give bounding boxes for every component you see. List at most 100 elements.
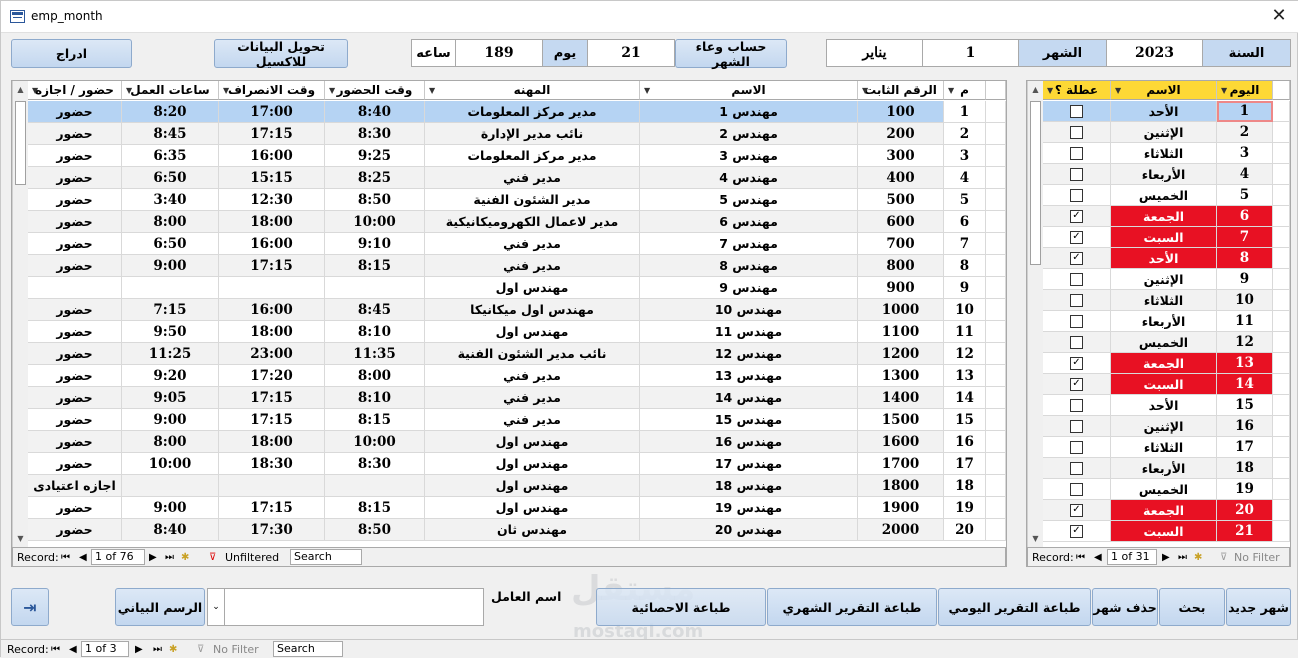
cell-employee-name[interactable]: مهندس 11 — [640, 321, 858, 343]
cell-employee-name[interactable]: مهندس 15 — [640, 409, 858, 431]
cell-employee-name[interactable]: مهندس 20 — [640, 519, 858, 541]
day-row[interactable]: ✓ السبت 21 — [1027, 521, 1290, 542]
checked-checkbox-icon[interactable]: ✓ — [1070, 230, 1083, 244]
cell-employee-name[interactable]: مهندس 13 — [640, 365, 858, 387]
cell-fixed-id[interactable]: 700 — [858, 233, 944, 255]
holiday-checkbox-cell[interactable] — [1043, 101, 1111, 122]
cell-arrival-time[interactable]: 8:50 — [325, 189, 425, 211]
empty-checkbox-icon[interactable] — [1070, 293, 1083, 307]
day-row[interactable]: الإثنين 2 — [1027, 122, 1290, 143]
empty-checkbox-icon[interactable] — [1070, 104, 1083, 118]
empty-checkbox-icon[interactable] — [1070, 146, 1083, 160]
cell-day-number[interactable]: 18 — [1217, 458, 1273, 479]
cell-work-hours[interactable]: 9:20 — [122, 365, 219, 387]
calc-month-button[interactable]: حساب وعاء الشهر — [675, 39, 787, 69]
cell-employee-name[interactable]: مهندس 19 — [640, 497, 858, 519]
cell-attendance-status[interactable]: حضور — [28, 431, 122, 453]
row-selector[interactable] — [986, 211, 1006, 233]
row-selector[interactable] — [986, 145, 1006, 167]
cell-row-number[interactable]: 12 — [944, 343, 986, 365]
cell-row-number[interactable]: 16 — [944, 431, 986, 453]
cell-day-number[interactable]: 13 — [1217, 353, 1273, 374]
holiday-checkbox-cell[interactable] — [1043, 164, 1111, 185]
cell-leave-time[interactable]: 18:00 — [219, 211, 325, 233]
cell-fixed-id[interactable]: 1800 — [858, 475, 944, 497]
column-header-row-number[interactable]: م ▼ — [944, 81, 986, 100]
cell-employee-name[interactable]: مهندس 17 — [640, 453, 858, 475]
holiday-checkbox-cell[interactable]: ✓ — [1043, 227, 1111, 248]
cell-work-hours[interactable]: 9:00 — [122, 409, 219, 431]
table-row[interactable]: حضور 10:00 18:30 8:30 مهندس اول مهندس 17 1700 1… — [12, 453, 1006, 475]
row-selector[interactable] — [1273, 353, 1290, 374]
cell-fixed-id[interactable]: 900 — [858, 277, 944, 299]
cell-day-name[interactable]: الثلاثاء — [1111, 437, 1217, 458]
cell-fixed-id[interactable]: 1100 — [858, 321, 944, 343]
sort-dropdown-icon[interactable]: ▼ — [1047, 86, 1053, 95]
cell-arrival-time[interactable]: 8:50 — [325, 519, 425, 541]
cell-attendance-status[interactable]: حضور — [28, 409, 122, 431]
cell-profession[interactable]: مدير فني — [425, 167, 640, 189]
cell-work-hours[interactable]: 9:00 — [122, 497, 219, 519]
filter-status[interactable]: Unfiltered — [225, 551, 279, 564]
days-value[interactable]: 21 — [587, 39, 675, 67]
column-header-employee-name[interactable]: الاسم ▼ — [640, 81, 858, 100]
cell-day-number[interactable]: 6 — [1217, 206, 1273, 227]
cell-attendance-status[interactable]: حضور — [28, 145, 122, 167]
cell-day-name[interactable]: الجمعة — [1111, 206, 1217, 227]
day-row[interactable]: الإثنين 16 — [1027, 416, 1290, 437]
cell-day-name[interactable]: الثلاثاء — [1111, 290, 1217, 311]
sort-dropdown-icon[interactable]: ▼ — [429, 86, 435, 95]
row-selector[interactable] — [986, 409, 1006, 431]
row-selector[interactable] — [1273, 227, 1290, 248]
year-field[interactable]: 2023 — [1106, 39, 1203, 67]
holiday-checkbox-cell[interactable] — [1043, 479, 1111, 500]
row-selector[interactable] — [1273, 122, 1290, 143]
sort-dropdown-icon[interactable]: ▼ — [1115, 86, 1121, 95]
record-position[interactable]: 1 of 31 — [1107, 549, 1157, 565]
combo-dropdown-icon[interactable]: ⌄ — [207, 588, 225, 626]
record-position[interactable]: 1 of 76 — [91, 549, 145, 565]
cell-fixed-id[interactable]: 500 — [858, 189, 944, 211]
cell-attendance-status[interactable]: حضور — [28, 343, 122, 365]
cell-work-hours[interactable]: 10:00 — [122, 453, 219, 475]
cell-employee-name[interactable]: مهندس 2 — [640, 123, 858, 145]
search-box[interactable]: Search — [273, 641, 343, 657]
cell-day-number[interactable]: 12 — [1217, 332, 1273, 353]
row-selector[interactable] — [986, 255, 1006, 277]
cell-row-number[interactable]: 4 — [944, 167, 986, 189]
cell-row-number[interactable]: 2 — [944, 123, 986, 145]
cell-employee-name[interactable]: مهندس 12 — [640, 343, 858, 365]
search-box[interactable]: Search — [290, 549, 362, 565]
employee-datasheet[interactable]: ▲ ▼ حضور / اجازه ▼ ساعات العمل ▼ وقت الانصرا… — [11, 80, 1007, 567]
empty-checkbox-icon[interactable] — [1070, 272, 1083, 286]
row-selector[interactable] — [1273, 500, 1290, 521]
cell-day-name[interactable]: السبت — [1111, 374, 1217, 395]
sort-dropdown-icon[interactable]: ▼ — [1221, 86, 1227, 95]
cell-day-name[interactable]: الجمعة — [1111, 500, 1217, 521]
day-row[interactable]: ✓ الجمعة 13 — [1027, 353, 1290, 374]
cell-leave-time[interactable]: 17:15 — [219, 497, 325, 519]
row-selector[interactable] — [1273, 143, 1290, 164]
cell-profession[interactable]: مهندس اول — [425, 321, 640, 343]
day-row[interactable]: الأربعاء 11 — [1027, 311, 1290, 332]
cell-attendance-status[interactable]: حضور — [28, 211, 122, 233]
cell-attendance-status[interactable]: حضور — [28, 167, 122, 189]
cell-day-number[interactable]: 21 — [1217, 521, 1273, 542]
cell-arrival-time[interactable]: 8:25 — [325, 167, 425, 189]
column-header-day-name[interactable]: الاسم ▼ — [1111, 81, 1217, 100]
checked-checkbox-icon[interactable]: ✓ — [1070, 377, 1083, 391]
cell-profession[interactable]: نائب مدير الإدارة — [425, 123, 640, 145]
table-row[interactable]: حضور 3:40 12:30 8:50 مدير الشئون الفنية مهندس… — [12, 189, 1006, 211]
cell-fixed-id[interactable]: 1500 — [858, 409, 944, 431]
cell-leave-time[interactable]: 15:15 — [219, 167, 325, 189]
cell-employee-name[interactable]: مهندس 16 — [640, 431, 858, 453]
empty-checkbox-icon[interactable] — [1070, 167, 1083, 181]
first-record-icon[interactable]: ⏮ — [51, 644, 60, 655]
row-selector[interactable] — [986, 167, 1006, 189]
holiday-checkbox-cell[interactable] — [1043, 458, 1111, 479]
close-icon[interactable]: ✕ — [1267, 5, 1291, 27]
column-header-holiday-flag[interactable]: عطلة ؟ ▼ — [1043, 81, 1111, 100]
cell-attendance-status[interactable]: حضور — [28, 519, 122, 541]
filter-icon[interactable]: ⊽ — [209, 552, 216, 563]
cell-row-number[interactable]: 5 — [944, 189, 986, 211]
